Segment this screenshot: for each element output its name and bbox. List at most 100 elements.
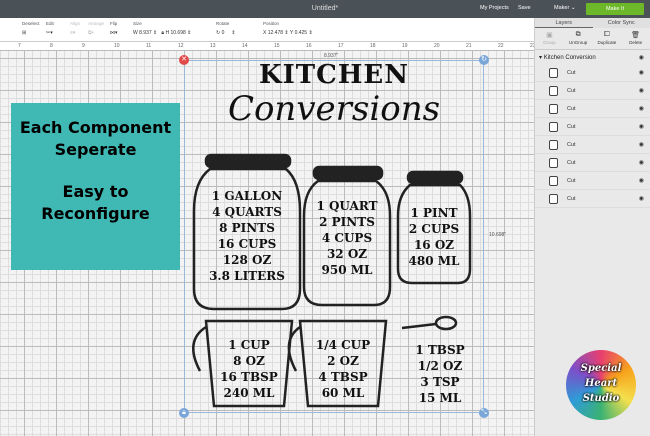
layer-row[interactable]: Cut ◉: [535, 118, 650, 136]
tab-layers[interactable]: Layers: [535, 18, 593, 28]
duplicate-icon: ⧠: [604, 31, 610, 38]
eye-icon[interactable]: ◉: [639, 54, 644, 61]
height-dimension: 10.698": [489, 232, 507, 238]
ungroup-icon: ⧉: [575, 31, 581, 38]
width-dimension: 8.937": [324, 53, 339, 59]
chevron-down-icon: ⌄: [570, 5, 576, 11]
layer-label: Cut: [567, 70, 576, 76]
align-label: Align: [70, 21, 81, 26]
ruler-tick: 15: [274, 43, 280, 49]
group-button[interactable]: ▣ Group: [535, 28, 564, 49]
eye-icon[interactable]: ◉: [639, 177, 644, 184]
overlay-line-3: Easy to: [62, 182, 129, 201]
ungroup-button[interactable]: ⧉ UnGroup: [564, 28, 593, 49]
layer-thumbnail: [549, 104, 558, 114]
duplicate-button[interactable]: ⧠ Duplicate: [593, 28, 622, 49]
ruler-tick: 8: [50, 43, 53, 49]
position-label: Position: [263, 21, 280, 26]
position-group: Position X 12.478 ⇕ Y 0.425 ⇕: [263, 21, 313, 36]
delete-handle-icon[interactable]: ✕: [179, 55, 189, 65]
size-label: Size: [133, 21, 142, 26]
ruler-tick: 20: [434, 43, 440, 49]
machine-select[interactable]: Maker ⌄: [554, 5, 575, 11]
layer-group[interactable]: ▾ Kitchen Conversion ◉: [535, 50, 650, 64]
eye-icon[interactable]: ◉: [639, 69, 644, 76]
ruler-tick: 18: [370, 43, 376, 49]
layer-row[interactable]: Cut ◉: [535, 100, 650, 118]
layer-thumbnail: [549, 158, 558, 168]
deselect-icon: ⊞: [22, 30, 27, 36]
rotate-handle-icon[interactable]: ↻: [479, 55, 489, 65]
machine-label: Maker: [554, 5, 570, 11]
lock-icon[interactable]: 🔒︎: [161, 30, 164, 36]
studio-logo: Special Heart Studio: [566, 350, 636, 420]
ruler-tick: 11: [146, 43, 152, 49]
rotate-label: Rotate: [216, 21, 230, 26]
edit-button[interactable]: Edit ✂▾: [46, 21, 54, 36]
layer-row[interactable]: Cut ◉: [535, 190, 650, 208]
layer-label: Cut: [567, 196, 576, 202]
align-icon: ≡▾: [70, 30, 76, 36]
lock-handle-icon[interactable]: 🔒︎: [179, 408, 189, 418]
edit-label: Edit: [46, 21, 54, 26]
y-input[interactable]: 0.425: [295, 30, 308, 36]
layer-thumbnail: [549, 194, 558, 204]
w-label: W: [133, 30, 138, 36]
group-name: Kitchen Conversion: [543, 55, 596, 61]
layer-row[interactable]: Cut ◉: [535, 136, 650, 154]
resize-handle-icon[interactable]: ⤡: [479, 408, 489, 418]
layer-row[interactable]: Cut ◉: [535, 154, 650, 172]
ruler-tick: 9: [82, 43, 85, 49]
save-button[interactable]: Save: [518, 5, 531, 11]
layer-label: Cut: [567, 88, 576, 94]
duplicate-label: Duplicate: [597, 40, 617, 45]
eye-icon[interactable]: ◉: [639, 159, 644, 166]
ruler-tick: 12: [178, 43, 184, 49]
selection-box[interactable]: [184, 60, 484, 413]
delete-label: Delete: [629, 40, 643, 45]
layer-row[interactable]: Cut ◉: [535, 172, 650, 190]
tab-color-sync[interactable]: Color Sync: [593, 18, 650, 28]
eye-icon[interactable]: ◉: [639, 195, 644, 202]
height-input[interactable]: 10.698: [170, 30, 185, 36]
scissors-icon: ✂▾: [46, 30, 53, 36]
align-button[interactable]: Align ≡▾: [70, 21, 80, 36]
document-title: Untitled*: [311, 5, 339, 12]
eye-icon[interactable]: ◉: [639, 105, 644, 112]
make-it-button[interactable]: Make It: [586, 3, 644, 15]
rotate-group: Rotate ↻ 0 ⇕: [216, 21, 236, 36]
eye-icon[interactable]: ◉: [639, 141, 644, 148]
layer-thumbnail: [549, 176, 558, 186]
deselect-button[interactable]: Deselect ⊞: [22, 21, 40, 36]
width-input[interactable]: 8.937: [139, 30, 152, 36]
y-label: Y: [289, 30, 294, 36]
layer-label: Cut: [567, 124, 576, 130]
caret-down-icon: ▾: [539, 55, 543, 61]
horizontal-ruler: 7 8 9 10 11 12 13 14 15 16 17 18 19 20 21 22 23: [0, 42, 536, 51]
delete-button[interactable]: 🗑︎ Delete: [621, 28, 650, 49]
size-group: Size W 8.937 ⇕ 🔒︎ H 10.698 ⇕: [133, 21, 192, 36]
rotate-input[interactable]: 0: [222, 30, 225, 36]
layer-row[interactable]: Cut ◉: [535, 64, 650, 82]
ruler-tick: 7: [18, 43, 21, 49]
layer-thumbnail: [549, 122, 558, 132]
arrange-button[interactable]: Arrange ⧉▾: [88, 21, 104, 36]
deselect-label: Deselect: [22, 21, 40, 26]
layer-thumbnail: [549, 68, 558, 78]
ungroup-label: UnGroup: [568, 40, 588, 45]
layer-label: Cut: [567, 142, 576, 148]
my-projects-link[interactable]: My Projects: [480, 5, 509, 11]
ruler-tick: 19: [402, 43, 408, 49]
rotate-icon: ↻: [216, 30, 221, 36]
x-input[interactable]: 12.478: [268, 30, 283, 36]
layer-row[interactable]: Cut ◉: [535, 82, 650, 100]
layer-label: Cut: [567, 178, 576, 184]
group-label: Group: [543, 40, 556, 45]
eye-icon[interactable]: ◉: [639, 123, 644, 130]
overlay-line-2: Seperate: [54, 140, 137, 159]
eye-icon[interactable]: ◉: [639, 87, 644, 94]
ruler-tick: 13: [210, 43, 216, 49]
flip-button[interactable]: Flip ⋈▾: [110, 21, 118, 36]
trash-icon: 🗑︎: [631, 32, 641, 39]
ruler-tick: 10: [114, 43, 120, 49]
